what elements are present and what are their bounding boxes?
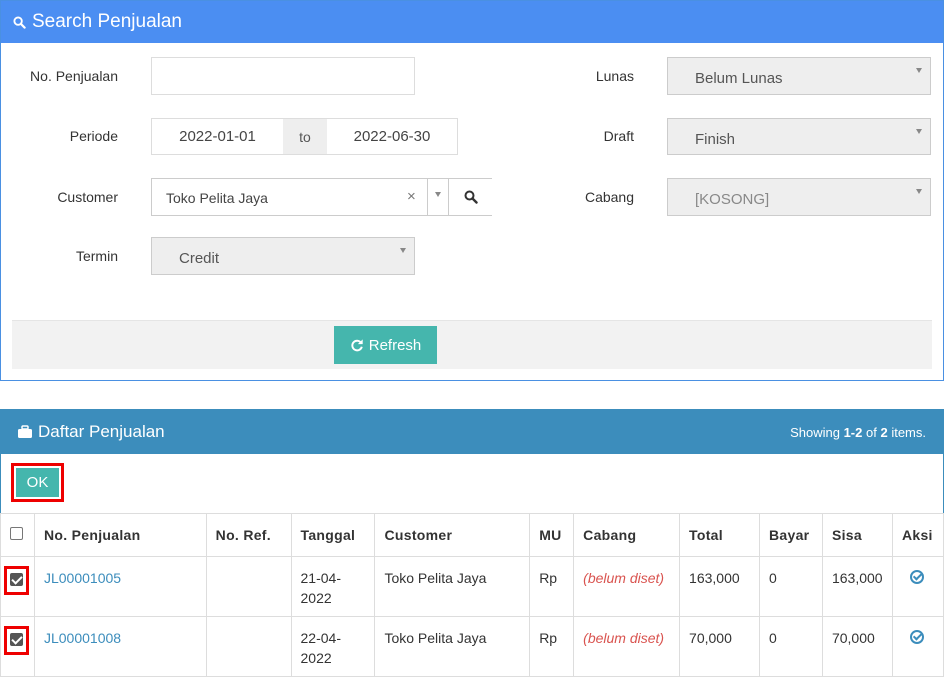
row-select-cell — [0, 556, 35, 617]
paid-cell: 0 — [758, 556, 823, 617]
column-header[interactable]: Sisa — [821, 513, 893, 557]
date-cell: 21-04-2022 — [290, 556, 376, 617]
action-cell — [891, 616, 944, 677]
branch-cell: (belum diset) — [583, 630, 665, 646]
customer-cell: Toko Pelita Jaya — [374, 616, 531, 677]
sale-number-link[interactable]: JL00001008 — [44, 630, 121, 646]
search-header: Search Penjualan — [1, 1, 943, 43]
ref-cell — [205, 556, 292, 617]
no-penjualan-input[interactable] — [151, 57, 415, 95]
row-checkbox[interactable] — [10, 573, 23, 586]
summary-prefix: Showing — [790, 425, 840, 440]
list-title-text: Daftar Penjualan — [38, 422, 165, 441]
remaining-cell: 70,000 — [821, 616, 893, 677]
column-header[interactable]: Tanggal — [290, 513, 376, 557]
column-header[interactable]: No. Ref. — [205, 513, 292, 557]
cabang-select[interactable]: [KOSONG] — [667, 178, 931, 216]
list-header: Daftar Penjualan Showing 1-2 of 2 items. — [1, 410, 943, 454]
column-header[interactable]: MU — [529, 513, 575, 557]
date-separator: to — [283, 119, 327, 154]
remaining-cell: 163,000 — [821, 556, 893, 617]
customer-cell: Toko Pelita Jaya — [374, 556, 531, 617]
branch-cell: (belum diset) — [583, 570, 665, 586]
customer-value: Toko Pelita Jaya — [166, 190, 268, 206]
customer-dropdown-toggle[interactable] — [427, 179, 448, 215]
lunas-value: Belum Lunas — [695, 70, 783, 87]
row-checkbox[interactable] — [10, 633, 23, 646]
cabang-label: Cabang — [584, 189, 634, 205]
currency-cell: Rp — [529, 616, 575, 677]
cabang-value: [KOSONG] — [695, 191, 770, 208]
select-all-checkbox[interactable] — [10, 527, 23, 540]
customer-label: Customer — [57, 189, 118, 205]
refresh-label: Refresh — [368, 336, 422, 354]
draft-select[interactable]: Finish — [667, 118, 931, 155]
table-row: JL00001005 21-04-2022 Toko Pelita Jaya R… — [0, 556, 944, 617]
check-circle-icon[interactable] — [909, 630, 924, 644]
row-checkbox-highlight — [4, 626, 29, 655]
row-checkbox-highlight — [4, 566, 29, 595]
column-header[interactable]: Total — [679, 513, 760, 557]
currency-cell: Rp — [529, 556, 575, 617]
refresh-button[interactable]: Refresh — [334, 326, 437, 364]
total-cell: 163,000 — [679, 556, 760, 617]
draft-value: Finish — [695, 131, 736, 148]
no-penjualan-label: No. Penjualan — [30, 68, 118, 84]
refresh-icon — [351, 339, 363, 352]
summary-range: 1-2 — [843, 425, 863, 440]
table-header-row: No. Penjualan No. Ref. Tanggal Customer … — [0, 513, 944, 557]
column-header[interactable]: Customer — [374, 513, 531, 557]
customer-search-button[interactable] — [448, 179, 492, 215]
date-to-input[interactable]: 2022-06-30 — [327, 119, 457, 154]
periode-range: 2022-01-01 to 2022-06-30 — [151, 118, 458, 155]
chevron-down-icon — [916, 189, 922, 194]
date-from-input[interactable]: 2022-01-01 — [152, 119, 283, 154]
lunas-label: Lunas — [595, 68, 634, 84]
summary-total: 2 — [880, 425, 888, 440]
total-cell: 70,000 — [679, 616, 760, 677]
column-header[interactable]: No. Penjualan — [33, 513, 207, 557]
column-header[interactable]: Cabang — [573, 513, 681, 557]
pagination-summary: Showing 1-2 of 2 items. — [790, 425, 926, 440]
summary-mid: of — [866, 425, 877, 440]
list-title: Daftar Penjualan — [17, 422, 165, 442]
sale-number-link[interactable]: JL00001005 — [44, 570, 121, 586]
chevron-down-icon — [435, 192, 441, 197]
search-icon — [464, 190, 478, 204]
row-select-cell — [0, 616, 35, 677]
periode-label: Periode — [69, 128, 118, 144]
lunas-select[interactable]: Belum Lunas — [667, 57, 931, 95]
paid-cell: 0 — [758, 616, 823, 677]
select-all-cell — [0, 513, 35, 557]
button-bar — [12, 320, 932, 369]
termin-value: Credit — [179, 250, 220, 267]
chevron-down-icon — [916, 129, 922, 134]
customer-select[interactable]: Toko Pelita Jaya × — [151, 178, 492, 216]
search-icon — [13, 15, 26, 29]
draft-label: Draft — [603, 128, 634, 144]
column-header: Aksi — [891, 513, 944, 557]
search-title: Search Penjualan — [32, 11, 182, 32]
sales-table: No. Penjualan No. Ref. Tanggal Customer … — [0, 513, 944, 677]
clear-icon[interactable]: × — [407, 188, 416, 205]
summary-suffix: items. — [891, 425, 926, 440]
ref-cell — [205, 616, 292, 677]
action-cell — [891, 556, 944, 617]
column-header[interactable]: Bayar — [758, 513, 823, 557]
chevron-down-icon — [400, 248, 406, 253]
check-circle-icon[interactable] — [909, 570, 924, 584]
ok-button[interactable]: OK — [16, 468, 59, 497]
date-cell: 22-04-2022 — [290, 616, 376, 677]
table-row: JL00001008 22-04-2022 Toko Pelita Jaya R… — [0, 616, 944, 677]
termin-label: Termin — [75, 248, 118, 264]
chevron-down-icon — [916, 68, 922, 73]
ok-button-highlight: OK — [11, 463, 64, 502]
briefcase-icon — [18, 425, 32, 438]
termin-select[interactable]: Credit — [151, 237, 415, 275]
